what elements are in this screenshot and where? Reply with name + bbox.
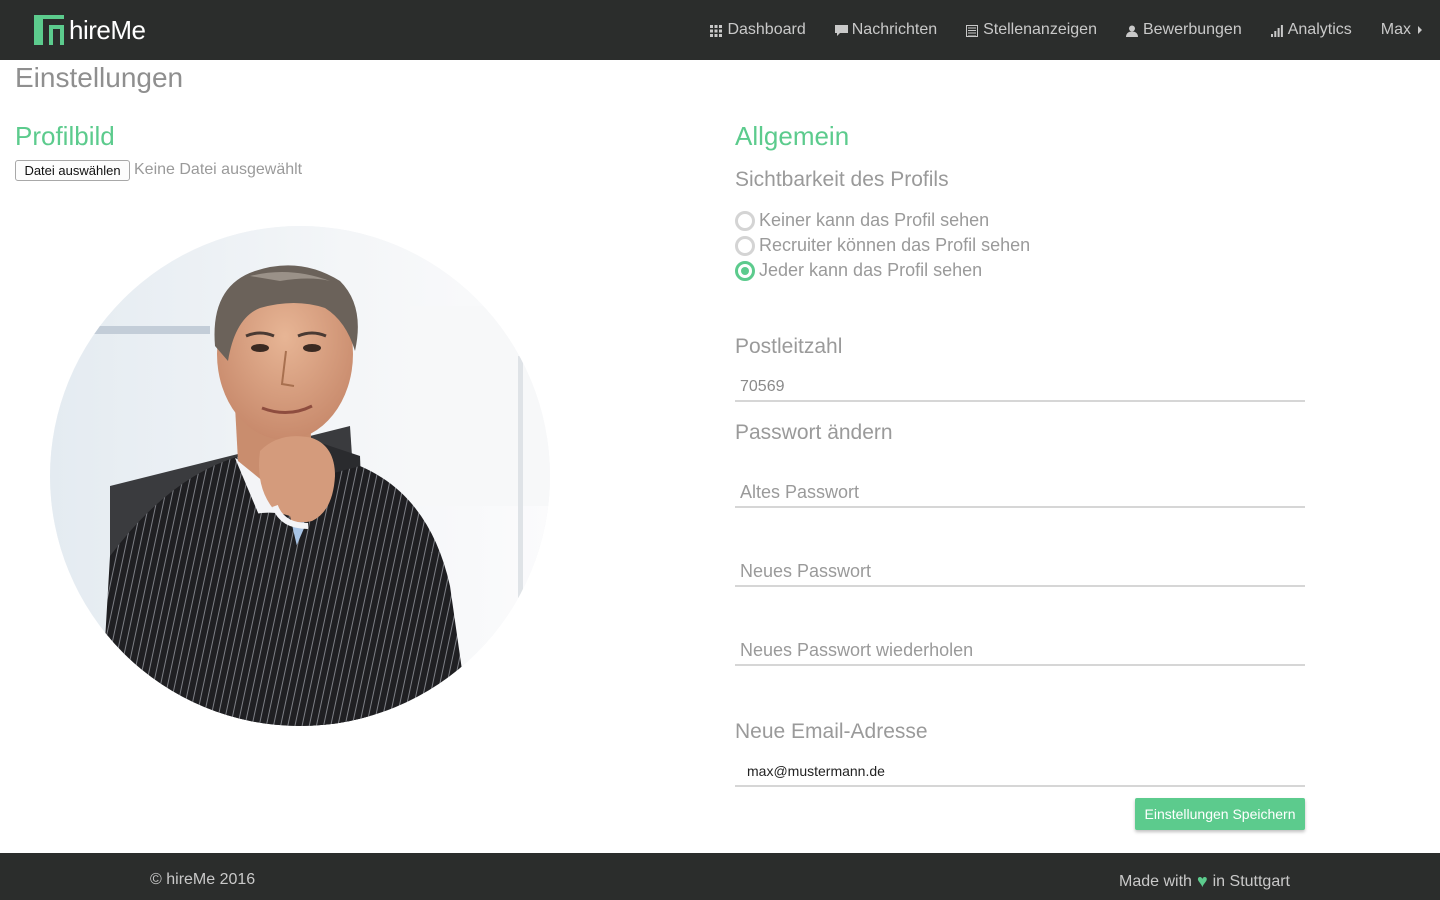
- radio-button[interactable]: [735, 235, 755, 256]
- nav-item-stellenanzeigen[interactable]: Stellenanzeigen: [966, 21, 1097, 39]
- nav-item-nachrichten[interactable]: Nachrichten: [834, 21, 938, 39]
- email-heading: Neue Email-Adresse: [735, 720, 928, 743]
- nav-label: Stellenanzeigen: [983, 21, 1097, 38]
- repeat-password-input[interactable]: [735, 636, 1305, 666]
- nav-item-bewerbungen[interactable]: Bewerbungen: [1125, 21, 1242, 39]
- main-nav: Dashboard Nachrichten Stellenanzeigen Be…: [681, 0, 1422, 60]
- old-password-input[interactable]: [735, 478, 1305, 508]
- radio-label: Recruiter können das Profil sehen: [759, 235, 1031, 255]
- general-heading: Allgemein: [735, 121, 850, 151]
- radio-button[interactable]: [735, 210, 755, 231]
- profile-avatar-image: [50, 226, 550, 726]
- change-password-heading: Passwort ändern: [735, 421, 893, 444]
- bar-chart-icon: [1270, 24, 1283, 37]
- radio-button-checked[interactable]: [735, 260, 755, 281]
- brand-name: hireMe: [69, 14, 146, 45]
- chat-bubble-icon: [834, 24, 848, 36]
- list-icon: [966, 24, 979, 37]
- radio-visibility-none[interactable]: Keiner kann das Profil sehen: [735, 210, 989, 231]
- page-title: Einstellungen: [15, 62, 184, 93]
- profile-picture-heading: Profilbild: [15, 121, 115, 151]
- nav-label: Analytics: [1287, 21, 1352, 38]
- radio-visibility-everyone[interactable]: Jeder kann das Profil sehen: [735, 260, 982, 281]
- nav-label: Dashboard: [727, 21, 806, 38]
- nav-label: Nachrichten: [851, 21, 938, 38]
- radio-visibility-recruiters[interactable]: Recruiter können das Profil sehen: [735, 235, 1030, 256]
- email-input[interactable]: [735, 756, 1305, 787]
- footer-made-prefix: Made with: [1119, 872, 1192, 890]
- user-menu-label: Max: [1380, 21, 1411, 38]
- nav-item-analytics[interactable]: Analytics: [1270, 21, 1352, 39]
- user-menu-max[interactable]: Max: [1381, 21, 1422, 39]
- radio-label: Keiner kann das Profil sehen: [759, 210, 990, 230]
- hireme-logo-icon: [34, 15, 64, 45]
- top-navbar: hireMe Dashboard Nachrichten Stellenanze…: [0, 0, 1440, 60]
- caret-right-icon: [1418, 26, 1422, 34]
- footer: © hireMe 2016 Made with ♥ in Stuttgart: [0, 853, 1440, 900]
- nav-label: Bewerbungen: [1142, 21, 1242, 38]
- nav-item-dashboard[interactable]: Dashboard: [710, 21, 806, 39]
- postal-code-heading: Postleitzahl: [735, 335, 843, 358]
- radio-label: Jeder kann das Profil sehen: [759, 260, 983, 280]
- postal-code-input[interactable]: [735, 374, 1305, 402]
- footer-copyright: © hireMe 2016: [150, 871, 256, 888]
- grid-icon: [710, 24, 723, 37]
- visibility-heading: Sichtbarkeit des Profils: [735, 168, 949, 191]
- choose-file-button[interactable]: Datei auswählen: [15, 160, 130, 181]
- new-password-input[interactable]: [735, 557, 1305, 587]
- save-settings-button[interactable]: Einstellungen Speichern: [1135, 798, 1305, 830]
- footer-made-with: Made with ♥ in Stuttgart: [1119, 871, 1290, 892]
- heart-icon: ♥: [1196, 871, 1208, 891]
- brand-logo-link[interactable]: hireMe: [34, 14, 146, 46]
- footer-made-suffix: in Stuttgart: [1212, 872, 1290, 890]
- file-status-text: Keine Datei ausgewählt: [134, 161, 303, 178]
- user-icon: [1125, 24, 1138, 37]
